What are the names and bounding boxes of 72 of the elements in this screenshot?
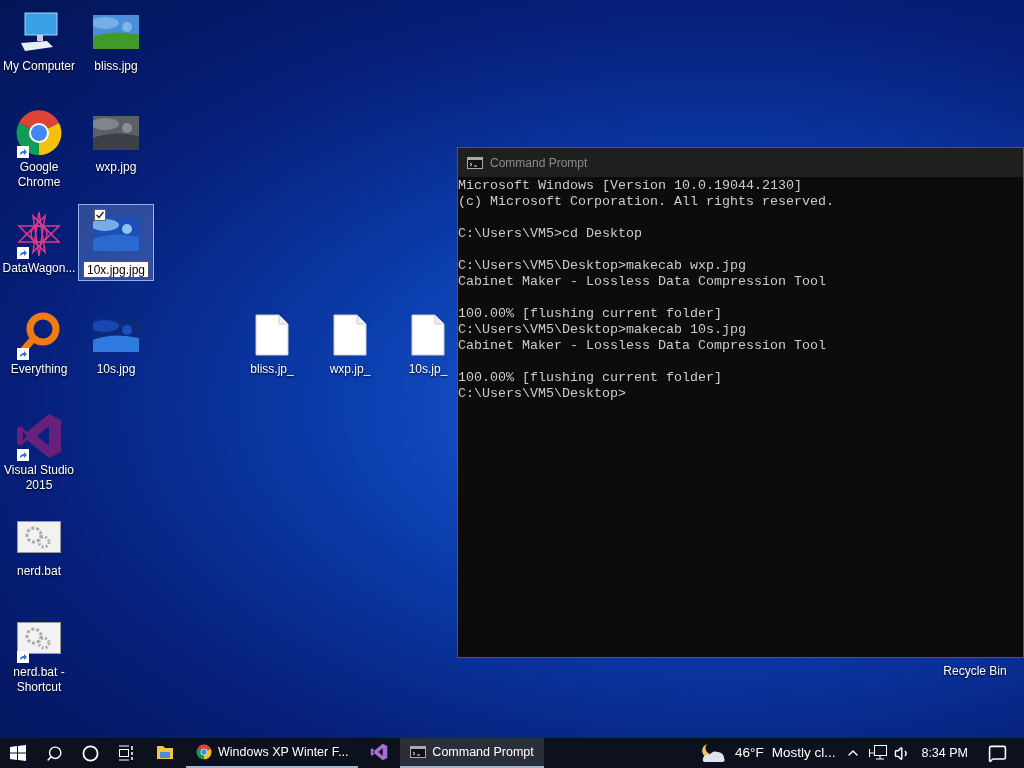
notification-icon[interactable] — [988, 743, 1007, 763]
console-icon — [410, 746, 427, 758]
console-line: 100.00% [flushing current folder] — [458, 306, 723, 322]
windows-logo-icon — [10, 745, 26, 761]
circle-icon — [81, 744, 99, 762]
desktop-icon[interactable]: wxp.jp_ — [322, 305, 378, 380]
checkbox[interactable] — [94, 209, 106, 221]
console-window[interactable] — [457, 147, 1024, 658]
file-icon — [255, 314, 289, 356]
taskbar-app[interactable]: Windows XP Winter F... — [186, 738, 359, 768]
desktop-icon[interactable]: DataWagon... — [1, 204, 77, 279]
shortcut-arrow-icon — [17, 146, 29, 158]
search-icon — [45, 744, 63, 762]
desktop-icon[interactable]: 10s.jpg — [78, 305, 154, 380]
icon-label: DataWagon... — [2, 261, 76, 276]
chrome-icon — [15, 109, 63, 157]
icon-label: wxp.jpg — [95, 160, 137, 175]
cloudy-moon-icon — [701, 742, 727, 764]
desktop-icon[interactable]: bliss.jpg — [78, 2, 154, 77]
console-line: 100.00% [flushing current folder] — [458, 370, 723, 386]
icon-label[interactable]: Recycle Bin — [936, 664, 1014, 679]
icon-label: Google Chrome — [16, 160, 62, 190]
desktop-icon[interactable]: Everything — [1, 305, 77, 380]
icon-label: 10s.jp_ — [408, 362, 448, 377]
desktop-icon[interactable]: nerd.bat — [1, 507, 77, 582]
taskbar-app[interactable]: Command Prompt — [400, 738, 544, 768]
weather-text[interactable]: Mostly cl... — [771, 742, 836, 764]
folder-icon — [156, 744, 174, 760]
file-icon — [333, 314, 367, 356]
window-title: Command Prompt — [490, 154, 588, 172]
console-icon — [467, 156, 483, 169]
rename-field[interactable]: 10x.jpg.jpg — [83, 261, 149, 278]
icon-label: Visual Studio 2015 — [3, 463, 75, 493]
infinity-ribbon-icon — [15, 412, 63, 460]
desktop-icon[interactable]: nerd.bat - Shortcut — [1, 608, 77, 698]
temperature-text[interactable]: 46°F — [735, 742, 764, 764]
file-icon — [411, 314, 445, 356]
clock-text[interactable]: 8:34 PM — [921, 743, 968, 763]
icon-label: bliss.jp_ — [250, 362, 294, 377]
console-line: Cabinet Maker - Lossless Data Compression Tool — [458, 338, 827, 354]
icon-label: bliss.jpg — [94, 59, 138, 74]
shortcut-arrow-icon — [17, 449, 29, 461]
desktop-icon[interactable]: wxp.jpg — [78, 103, 154, 178]
desktop-icon[interactable]: Google Chrome — [1, 103, 77, 193]
icon-label: nerd.bat - Shortcut — [12, 665, 66, 695]
desktop-icon[interactable]: 10x.jpg.jpg — [78, 204, 154, 281]
shortcut-arrow-icon — [17, 247, 29, 259]
console-line: C:\Users\VM5\Desktop> — [458, 386, 627, 402]
icon-label: 10s.jpg — [96, 362, 136, 377]
console-line: Cabinet Maker - Lossless Data Compression Tool — [458, 274, 827, 290]
desktop-icon[interactable]: Visual Studio 2015 — [1, 406, 77, 496]
desktop-icon[interactable]: My Computer — [1, 2, 77, 77]
console-line: C:\Users\VM5\Desktop>makecab 10s.jpg — [458, 322, 747, 338]
console-line: Microsoft Windows [Version 10.0.19044.2130] — [458, 178, 803, 194]
desktop-icon[interactable]: 10s.jp_ — [400, 305, 456, 380]
console-line: C:\Users\VM5\Desktop>makecab wxp.jpg — [458, 258, 747, 274]
desktop-icon[interactable]: bliss.jp_ — [244, 305, 300, 380]
star-pattern-icon — [15, 210, 63, 258]
icon-label: nerd.bat — [16, 564, 61, 579]
shortcut-arrow-icon — [17, 348, 29, 360]
network-icon[interactable] — [869, 745, 888, 761]
icon-label: Everything — [10, 362, 68, 377]
icon-label: wxp.jp_ — [329, 362, 371, 377]
task-view-icon — [118, 745, 134, 761]
gears-window-icon — [17, 521, 61, 553]
console-line: (c) Microsoft Corporation. All rights reserved. — [458, 194, 835, 210]
shortcut-arrow-icon — [17, 651, 29, 663]
console-line: C:\Users\VM5>cd Desktop — [458, 226, 643, 242]
infinity-ribbon-icon — [370, 743, 389, 761]
gears-window-icon — [17, 622, 61, 654]
chrome-icon — [196, 744, 212, 760]
icon-label: My Computer — [3, 59, 75, 74]
